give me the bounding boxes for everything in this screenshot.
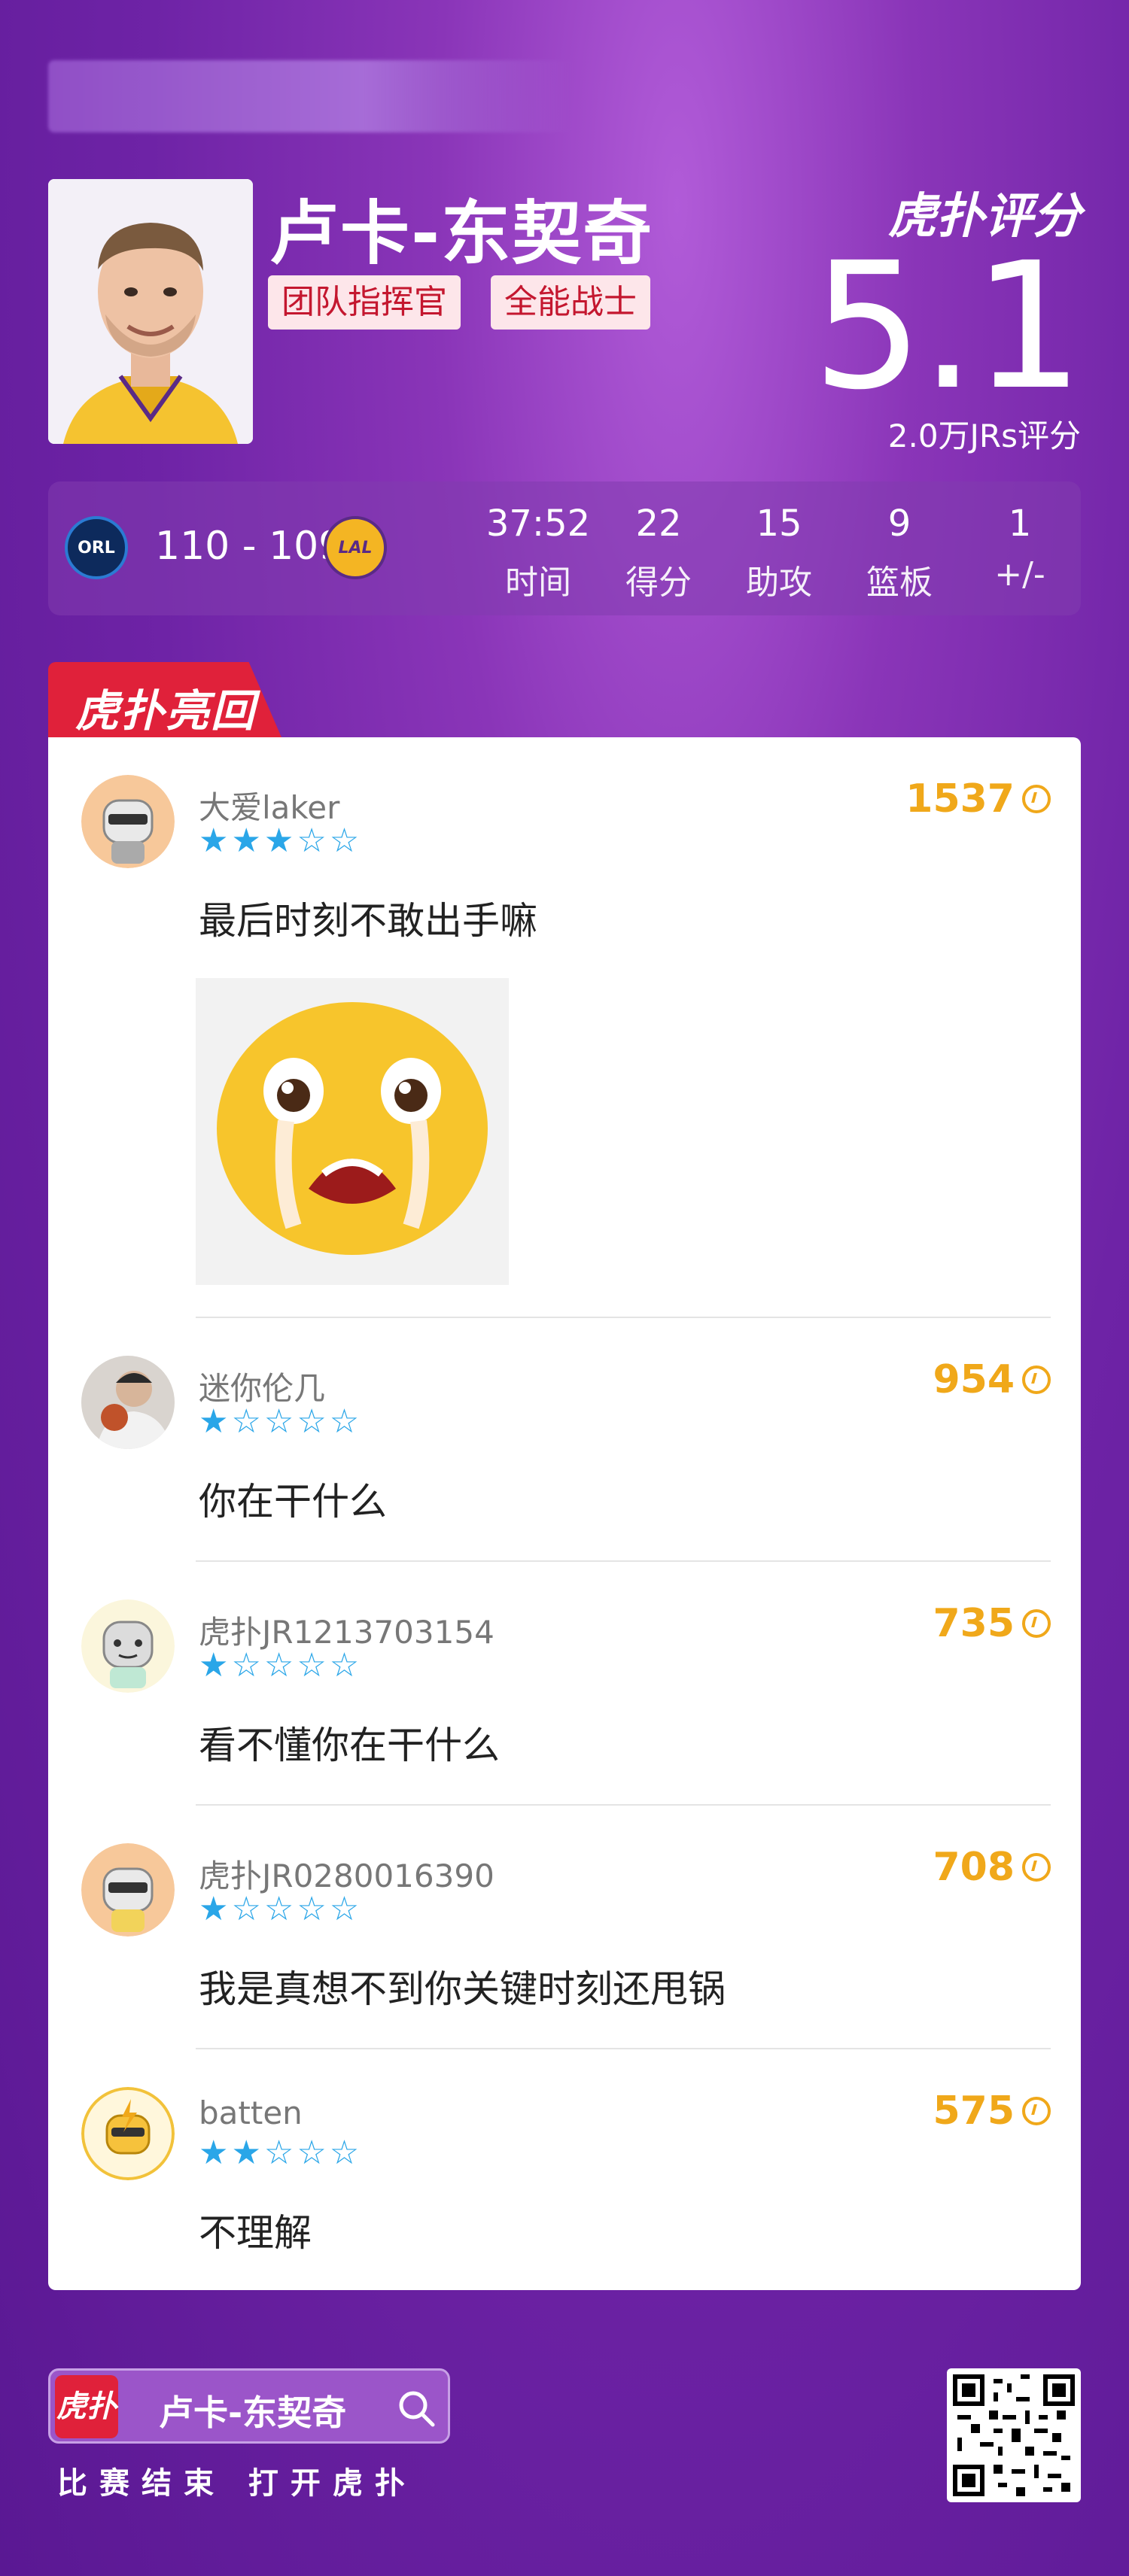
search-player-name: 卢卡-东契奇 bbox=[159, 2392, 347, 2433]
game-stats-panel: ORL 110 - 109 LAL 37:52 时间 22 得分 15 助攻 9… bbox=[48, 481, 1081, 615]
comment-rating-stars: ★☆☆☆☆ bbox=[199, 1890, 363, 1928]
stat-value: 37:52 bbox=[485, 503, 591, 545]
photo-avatar[interactable] bbox=[81, 1356, 175, 1449]
stat-value: 1 bbox=[1008, 503, 1032, 545]
light-bulb-icon bbox=[1022, 1853, 1051, 1882]
comment-text: 不理解 bbox=[199, 2211, 312, 2255]
search-player-box[interactable]: 虎扑 卢卡-东契奇 bbox=[48, 2368, 450, 2444]
lightning-robot-icon[interactable] bbox=[81, 2087, 175, 2180]
comment-text: 最后时刻不敢出手嘛 bbox=[199, 899, 537, 943]
comment-divider bbox=[196, 1804, 1051, 1806]
footer-caption: 比赛结束 打开虎扑 bbox=[57, 2466, 417, 2501]
stat-label: 时间 bbox=[505, 564, 571, 602]
comment-likes[interactable]: 1537 bbox=[905, 776, 1051, 822]
comment-divider bbox=[196, 2048, 1051, 2049]
light-bulb-icon bbox=[1022, 2097, 1051, 2125]
comment-likes[interactable]: 735 bbox=[933, 1601, 1051, 1646]
like-count: 735 bbox=[933, 1601, 1015, 1646]
comment-text: 看不懂你在干什么 bbox=[199, 1724, 500, 1767]
light-bulb-icon bbox=[1022, 785, 1051, 813]
like-count: 954 bbox=[933, 1357, 1015, 1402]
player-photo bbox=[48, 179, 253, 444]
robot-grey-icon[interactable] bbox=[81, 1599, 175, 1693]
comment-rating-stars: ★★☆☆☆ bbox=[199, 2134, 363, 2172]
stat-value: 9 bbox=[887, 503, 911, 545]
like-count: 1537 bbox=[905, 776, 1015, 822]
like-count: 708 bbox=[933, 1845, 1015, 1890]
orlando-team-logo: ORL bbox=[65, 516, 128, 579]
stat-label: 篮板 bbox=[866, 564, 933, 602]
player-rating-score: 5.1 bbox=[812, 225, 1084, 428]
rating-count: 2.0万JRs评分 bbox=[887, 418, 1081, 454]
stat-minutes: 37:52 时间 bbox=[482, 503, 595, 603]
comment-username[interactable]: batten bbox=[199, 2095, 303, 2131]
light-bulb-icon bbox=[1022, 1609, 1051, 1638]
stat-label: 得分 bbox=[625, 564, 692, 602]
stat-plus-minus: 1 +/- bbox=[963, 503, 1076, 594]
comment-likes[interactable]: 708 bbox=[933, 1845, 1051, 1890]
crying-emoji-sticker[interactable] bbox=[196, 978, 509, 1285]
player-tag-commander: 团队指挥官 bbox=[268, 275, 461, 330]
hupu-logo: 虎扑 bbox=[55, 2375, 118, 2438]
stat-value: 22 bbox=[635, 503, 682, 545]
comment-divider bbox=[196, 1317, 1051, 1318]
stat-rebounds: 9 篮板 bbox=[843, 503, 956, 603]
search-icon[interactable] bbox=[395, 2387, 437, 2429]
qr-code[interactable] bbox=[947, 2368, 1081, 2502]
comment-rating-stars: ★☆☆☆☆ bbox=[199, 1646, 363, 1684]
lakers-team-logo: LAL bbox=[324, 516, 387, 579]
player-tag-allround: 全能战士 bbox=[491, 275, 650, 330]
light-bulb-icon bbox=[1022, 1365, 1051, 1394]
comment-rating-stars: ★☆☆☆☆ bbox=[199, 1402, 363, 1441]
robot-sunglasses-icon[interactable] bbox=[81, 1843, 175, 1937]
blurred-header-bar bbox=[48, 60, 575, 132]
stat-label: 助攻 bbox=[746, 564, 812, 602]
comment-text: 你在干什么 bbox=[199, 1480, 387, 1523]
stat-points: 22 得分 bbox=[602, 503, 715, 603]
robot-sunglasses-icon[interactable] bbox=[81, 775, 175, 868]
comment-divider bbox=[196, 1560, 1051, 1562]
comment-rating-stars: ★★★☆☆ bbox=[199, 822, 363, 860]
comments-card: 大爱laker ★★★☆☆ 1537 最后时刻不敢出手嘛 迷你伦几 ★☆☆☆☆ … bbox=[48, 737, 1081, 2290]
like-count: 575 bbox=[933, 2088, 1015, 2134]
highlight-replies-tab: 虎扑亮回复 bbox=[48, 662, 281, 737]
comment-text: 我是真想不到你关键时刻还甩锅 bbox=[199, 1967, 726, 2011]
stat-label: +/- bbox=[994, 555, 1045, 594]
stat-value: 15 bbox=[756, 503, 802, 545]
game-score: 110 - 109 bbox=[155, 524, 344, 569]
player-name: 卢卡-东契奇 bbox=[269, 193, 654, 274]
comment-likes[interactable]: 575 bbox=[933, 2088, 1051, 2134]
stat-assists: 15 助攻 bbox=[723, 503, 835, 603]
comment-likes[interactable]: 954 bbox=[933, 1357, 1051, 1402]
